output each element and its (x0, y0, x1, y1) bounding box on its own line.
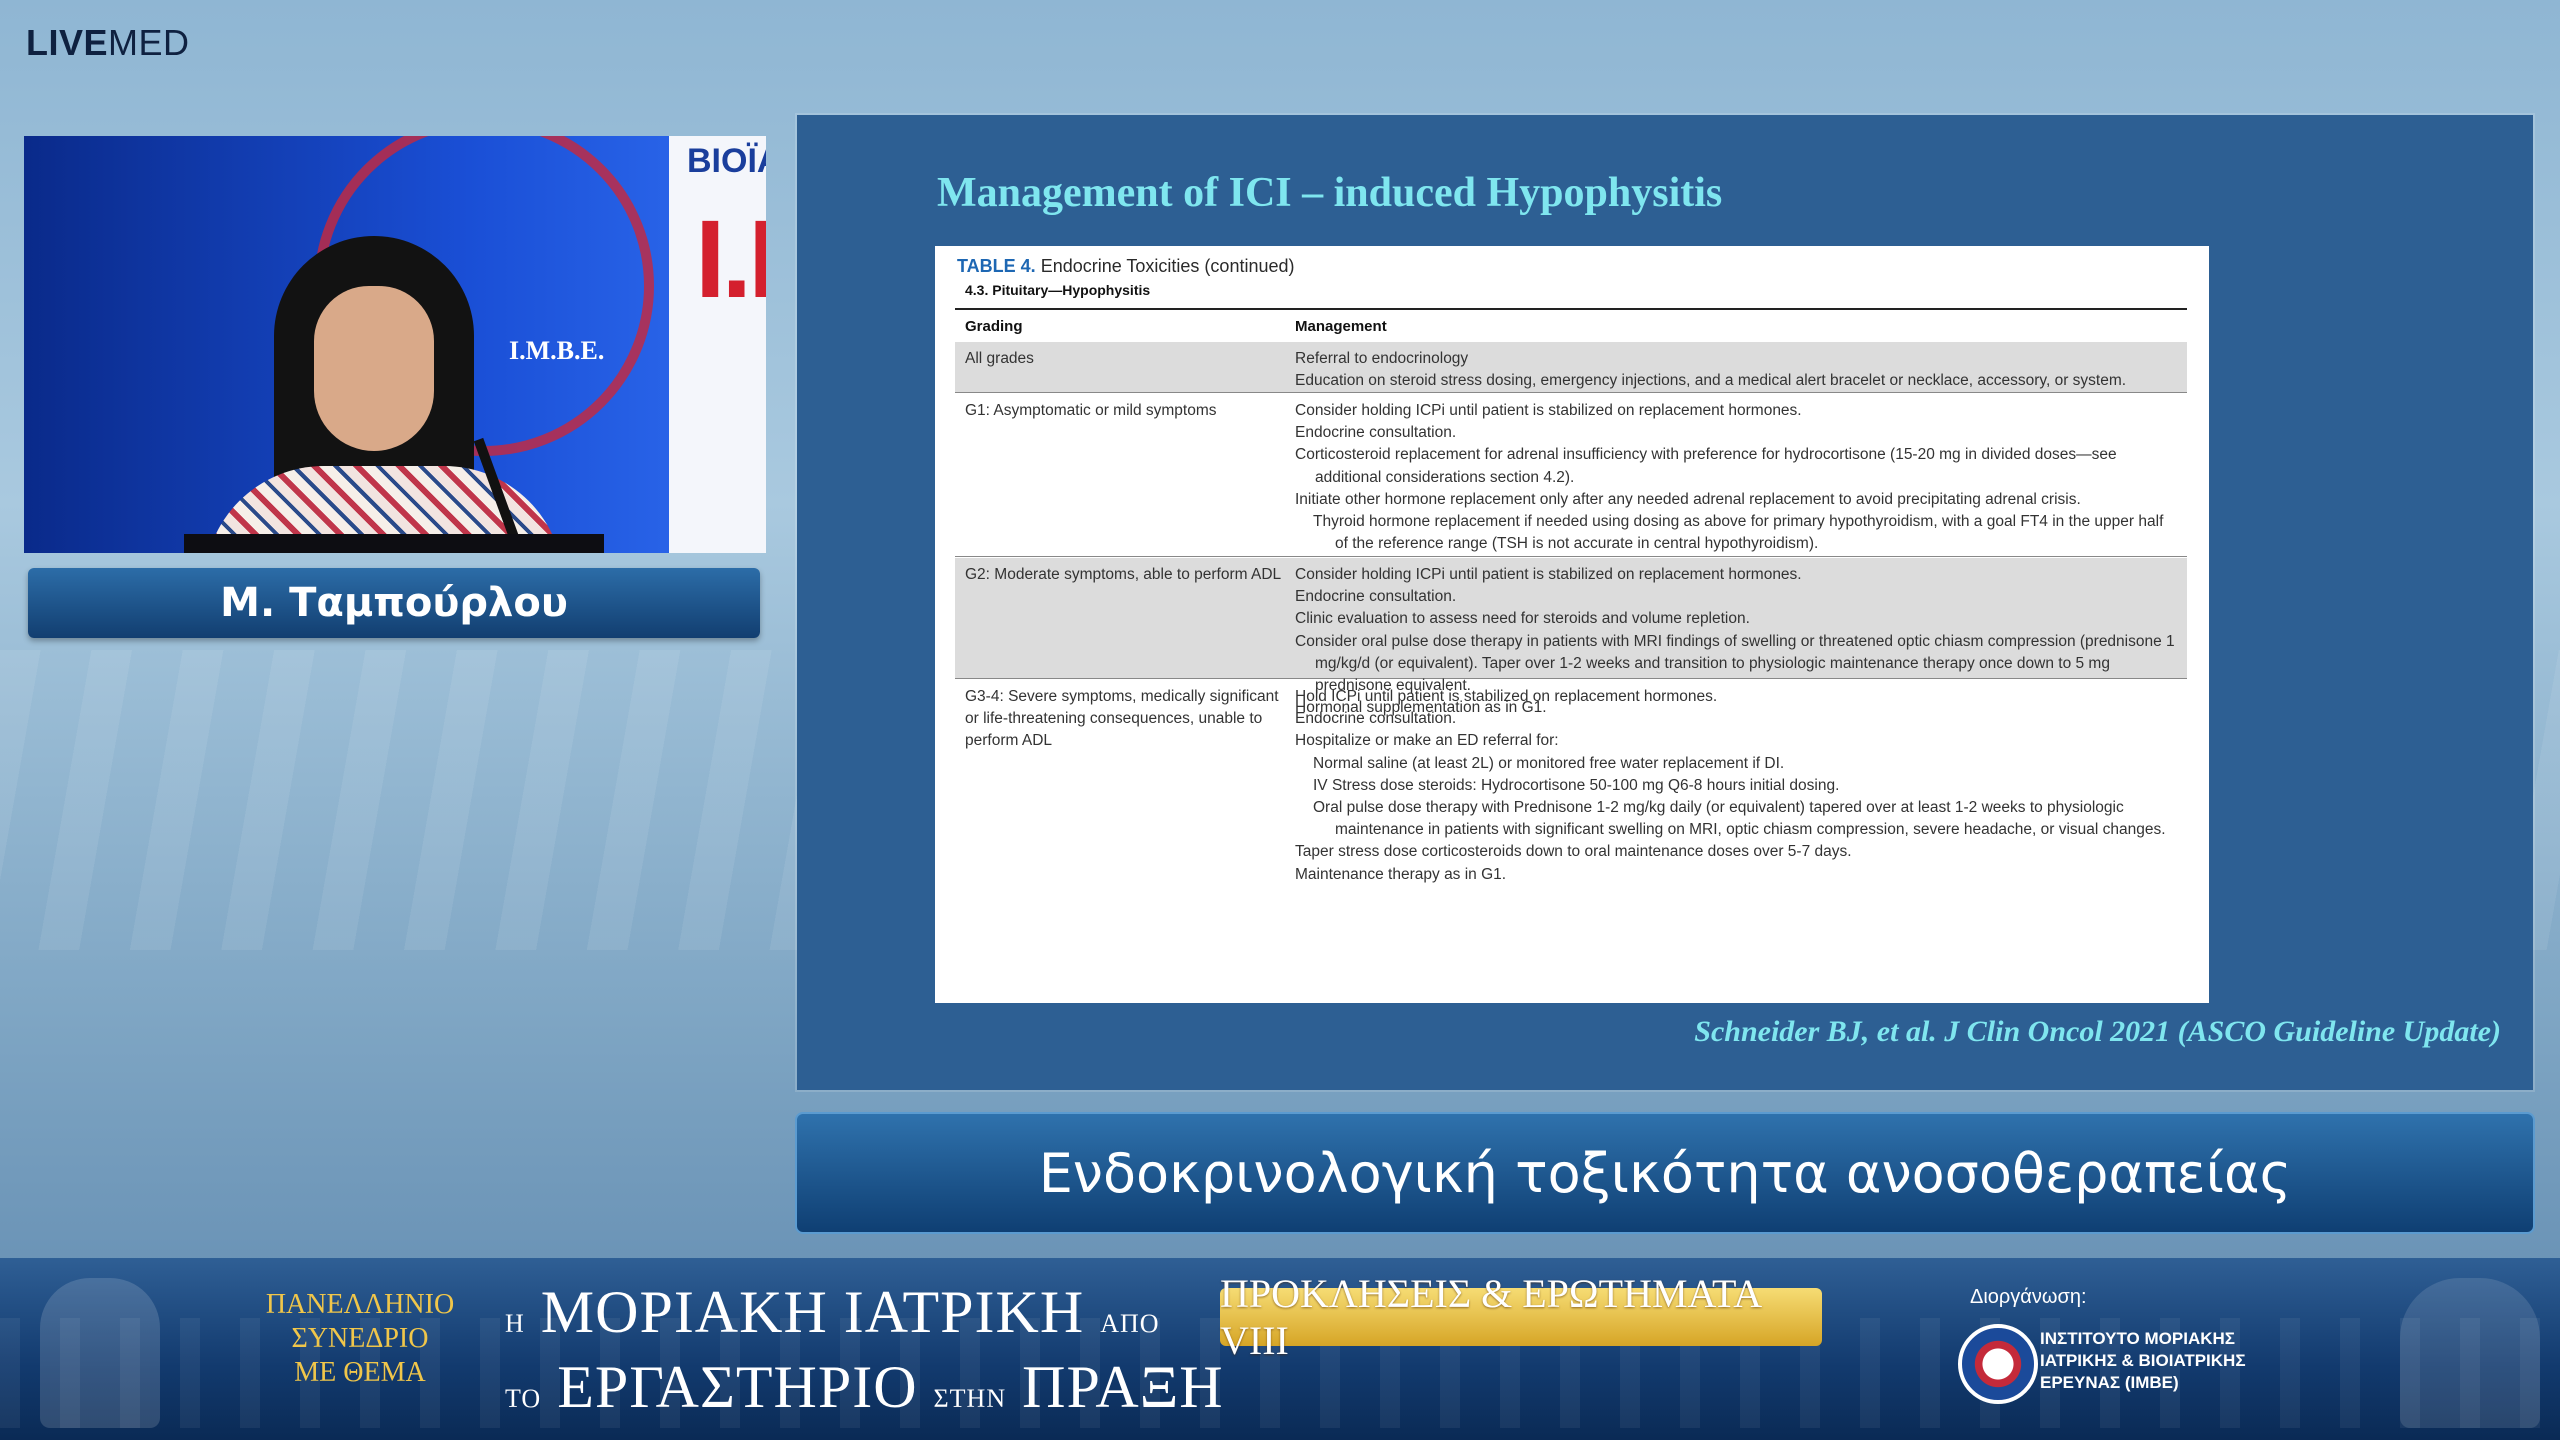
organizer-label: Διοργάνωση: (1970, 1286, 2087, 1308)
management-line: IV Stress dose steroids: Hydrocortisone … (1313, 776, 1840, 794)
conference-line: ΣΥΝΕΔΡΙΟ (291, 1323, 429, 1354)
speaker-face (314, 286, 434, 451)
organizer-name: ΙΝΣΤΙΤΟΥΤΟ ΜΟΡΙΑΚΗΣ ΙΑΤΡΙΚΗΣ & ΒΙΟΙΑΤΡΙΚ… (2040, 1328, 2246, 1394)
management-line: Consider holding ICPi until patient is s… (1295, 402, 1802, 419)
statue-right-icon (2400, 1278, 2540, 1428)
management-line: Endocrine consultation. (1295, 710, 1457, 728)
organizer-line: ΙΝΣΤΙΤΟΥΤΟ ΜΟΡΙΑΚΗΣ (2040, 1329, 2235, 1348)
logo-bold: LIVE (26, 22, 109, 63)
column-grading: Grading (965, 318, 1023, 335)
title-main: ΕΡΓΑΣΤΗΡΙΟ (557, 1354, 918, 1420)
podium (184, 534, 604, 553)
banner-text-1: ΒΙΟΪΑ (687, 142, 766, 180)
speaker-name: Μ. Ταμπούρλου (220, 580, 568, 626)
grading-cell: G3-4: Severe symptoms, medically signifi… (965, 688, 1279, 750)
management-line: Oral pulse dose therapy with Prednisone … (1313, 799, 2166, 839)
conference-line: ΜΕ ΘΕΜΑ (294, 1357, 426, 1388)
emblem-text: I.M.B.E. (509, 336, 605, 365)
management-line: Hospitalize or make an ED referral for: (1295, 732, 1559, 750)
guideline-table: TABLE 4. Endocrine Toxicities (continued… (935, 246, 2209, 1003)
title-main: ΜΟΡΙΑΚΗ ΙΑΤΡΙΚΗ (540, 1279, 1085, 1345)
slide-title: Management of ICI – induced Hypophysitis (937, 170, 1723, 216)
management-line: Consider holding ICPi until patient is s… (1295, 566, 1802, 583)
table-row: G2: Moderate symptoms, able to perform A… (955, 558, 2187, 716)
logo-regular: MED (108, 22, 190, 63)
livemed-logo: LIVEMED (26, 22, 190, 64)
management-cell: Referral to endocrinology Education on st… (1295, 348, 2180, 392)
management-line: Corticosteroid replacement for adrenal i… (1295, 446, 2117, 486)
column-management: Management (1295, 318, 1387, 335)
grading-cell: All grades (965, 350, 1034, 367)
management-line: Endocrine consultation. (1295, 424, 1457, 442)
table-subtitle: 4.3. Pituitary—Hypophysitis (965, 282, 1151, 298)
organizer-line: ΙΑΤΡΙΚΗΣ & ΒΙΟΙΑΤΡΙΚΗΣ (2040, 1351, 2246, 1370)
topic-caption-text: Ενδοκρινολογική τοξικότητα ανοσοθεραπεία… (1038, 1141, 2292, 1205)
table-column-headers: Grading Management (955, 308, 2187, 343)
table-label: TABLE 4. (957, 256, 1036, 276)
management-line: Initiate other hormone replacement only … (1295, 490, 2081, 508)
badge-text: ΠΡΟΚΛΗΣΕΙΣ & ΕΡΩΤΗΜΑΤΑ VIII (1220, 1271, 1760, 1363)
conference-line: ΠΑΝΕΛΛΗΝΙΟ (265, 1289, 455, 1320)
title-mid: ΣΤΗΝ (933, 1384, 1007, 1413)
video-banner: ΒΙΟΪΑ I.M (669, 136, 766, 553)
speaker-video: I.M.B.E. ΒΙΟΪΑ I.M (24, 136, 766, 553)
title-prefix: ΤΟ (505, 1384, 542, 1413)
title-prefix: Η (505, 1309, 525, 1338)
presentation-slide: Management of ICI – induced Hypophysitis… (797, 115, 2533, 1090)
speaker-nameplate: Μ. Ταμπούρλου (28, 568, 760, 638)
management-line: Hold ICPi until patient is stabilized on… (1295, 688, 1718, 705)
conference-title-line-2: ΤΟ ΕΡΓΑΣΤΗΡΙΟ ΣΤΗΝ ΠΡΑΞΗ (505, 1353, 1224, 1422)
conference-footer: ΠΑΝΕΛΛΗΝΙΟ ΣΥΝΕΔΡΙΟ ΜΕ ΘΕΜΑ Η ΜΟΡΙΑΚΗ ΙΑ… (0, 1258, 2560, 1440)
table-header: TABLE 4. Endocrine Toxicities (continued… (957, 256, 1295, 277)
table-row: G3-4: Severe symptoms, medically signifi… (955, 680, 2187, 1003)
grading-cell: G1: Asymptomatic or mild symptoms (965, 402, 1217, 419)
management-line: Clinic evaluation to assess need for ste… (1295, 610, 1750, 628)
topic-caption: Ενδοκρινολογική τοξικότητα ανοσοθεραπεία… (795, 1112, 2535, 1234)
banner-text-2: I.M (695, 198, 766, 321)
management-line: Endocrine consultation. (1295, 588, 1457, 606)
challenges-badge: ΠΡΟΚΛΗΣΕΙΣ & ΕΡΩΤΗΜΑΤΑ VIII (1220, 1271, 1822, 1363)
conference-title-line-1: Η ΜΟΡΙΑΚΗ ΙΑΤΡΙΚΗ ΑΠΟ (505, 1278, 1160, 1347)
management-line: Thyroid hormone replacement if needed us… (1313, 513, 2164, 553)
table-row: All grades Referral to endocrinology Educ… (955, 342, 2187, 393)
imbe-logo-icon (1958, 1324, 2038, 1404)
title-suffix: ΑΠΟ (1100, 1309, 1160, 1338)
statue-left-icon (40, 1278, 160, 1428)
management-line: Normal saline (at least 2L) or monitored… (1313, 754, 1785, 772)
table-caption: Endocrine Toxicities (continued) (1040, 256, 1295, 276)
conference-label: ΠΑΝΕΛΛΗΝΙΟ ΣΥΝΕΔΡΙΟ ΜΕ ΘΕΜΑ (250, 1288, 470, 1390)
table-row: G1: Asymptomatic or mild symptoms Consid… (955, 394, 2187, 619)
management-cell: Hold ICPi until patient is stabilized on… (1295, 686, 2180, 886)
grading-cell: G2: Moderate symptoms, able to perform A… (965, 566, 1282, 583)
organizer-line: ΕΡΕΥΝΑΣ (IMBE) (2040, 1373, 2179, 1392)
management-line: Maintenance therapy as in G1. (1295, 865, 1507, 883)
management-line: Education on steroid stress dosing, emer… (1295, 372, 2127, 390)
management-line: Referral to endocrinology (1295, 350, 1469, 367)
slide-citation: Schneider BJ, et al. J Clin Oncol 2021 (… (1694, 1015, 2501, 1048)
management-line: Taper stress dose corticosteroids down t… (1295, 843, 1852, 861)
title-end: ΠΡΑΞΗ (1022, 1354, 1224, 1420)
